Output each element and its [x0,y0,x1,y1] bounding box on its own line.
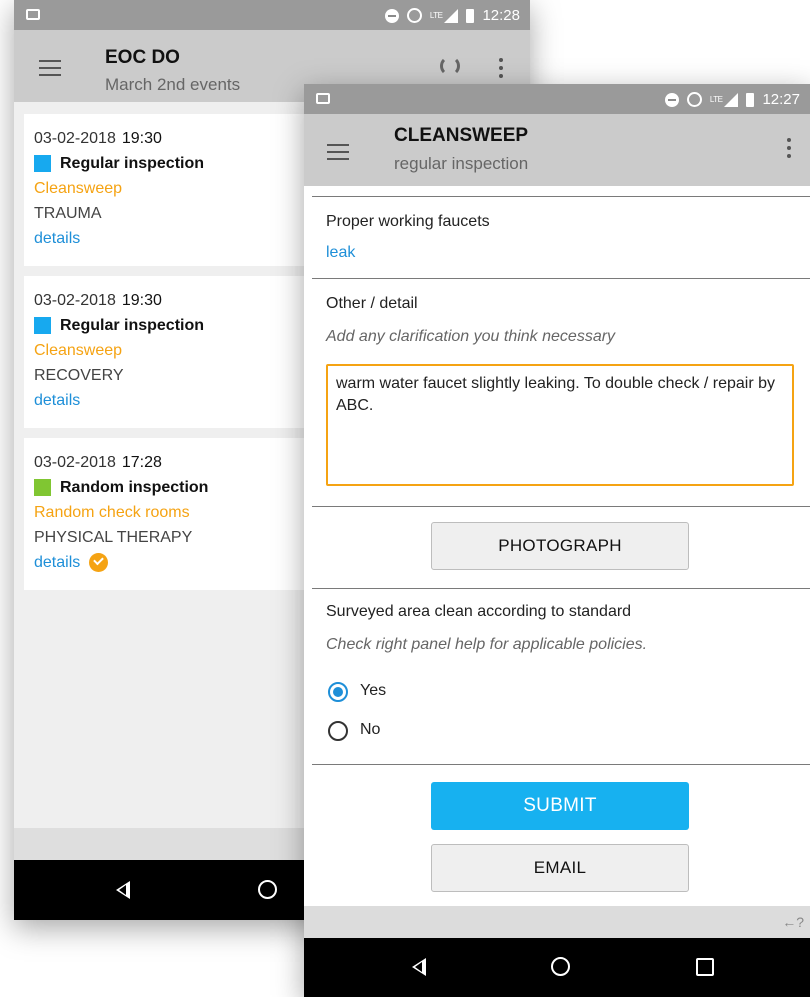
status-time: 12:28 [482,7,520,24]
overflow-menu-icon[interactable] [498,58,504,78]
radio-no[interactable] [328,721,348,741]
event-date: 03-02-2018 [34,130,116,147]
page-subtitle: regular inspection [394,154,529,173]
menu-icon[interactable] [39,60,61,76]
footer-bar: ←? [304,906,810,938]
menu-icon[interactable] [327,144,349,160]
divider [312,764,810,765]
event-time: 19:30 [121,292,162,309]
other-detail-textarea[interactable]: warm water faucet slightly leaking. To d… [326,364,794,486]
event-type-color-icon [34,479,51,496]
email-button[interactable]: EMAIL [431,844,689,892]
page-subtitle: March 2nd events [105,75,241,94]
status-bar: LTE 12:28 [14,0,530,30]
home-nav-icon[interactable] [258,880,277,899]
divider [312,506,810,507]
sync-icon[interactable] [440,56,460,76]
faucets-value-link[interactable]: leak [326,244,355,262]
event-type: Random inspection [60,479,209,496]
event-type-color-icon [34,155,51,172]
event-type-color-icon [34,317,51,334]
overflow-menu-icon[interactable] [786,138,792,158]
event-details-link[interactable]: details [34,388,80,413]
other-detail-hint: Add any clarification you think necessar… [326,328,616,345]
status-bar: LTE 12:27 [304,84,810,114]
front-phone-screen: LTE 12:27 CLEANSWEEP regular inspection … [304,84,810,997]
status-time: 12:27 [762,91,800,108]
alarm-icon [686,92,702,107]
event-type: Regular inspection [60,317,205,334]
radio-yes[interactable] [328,682,348,702]
divider [312,588,810,589]
battery-icon [746,92,755,107]
event-time: 19:30 [121,130,162,147]
divider [312,196,810,197]
submit-button[interactable]: SUBMIT [431,782,689,830]
navigation-bar [304,938,810,997]
signal-icon [444,8,459,23]
do-not-disturb-icon [384,8,399,23]
do-not-disturb-icon [664,92,679,107]
event-date: 03-02-2018 [34,454,116,471]
recent-apps-nav-icon[interactable] [696,958,714,976]
back-nav-icon[interactable] [412,958,426,976]
completed-check-icon [89,553,109,572]
event-type: Regular inspection [60,155,205,172]
event-details-link[interactable]: details [34,226,80,251]
radio-no-label[interactable]: No [360,721,380,739]
faucets-label: Proper working faucets [326,213,490,230]
divider [312,278,810,279]
page-title: CLEANSWEEP [394,125,529,146]
app-bar: CLEANSWEEP regular inspection [304,114,810,186]
page-title: EOC DO [105,47,180,68]
lte-icon: LTE [429,11,443,20]
event-time: 17:28 [121,454,162,471]
back-nav-icon[interactable] [116,881,130,899]
signal-icon [724,92,739,107]
event-details-link[interactable]: details [34,550,80,575]
help-panel-icon[interactable]: ←? [782,914,804,930]
home-nav-icon[interactable] [551,957,570,976]
radio-yes-label[interactable]: Yes [360,682,386,700]
surveyed-area-hint: Check right panel help for applicable po… [326,636,648,653]
image-notification-icon [26,9,40,20]
image-notification-icon [316,93,330,104]
surveyed-area-label: Surveyed area clean according to standar… [326,603,632,620]
lte-icon: LTE [709,95,723,104]
battery-icon [466,8,475,23]
event-date: 03-02-2018 [34,292,116,309]
alarm-icon [406,8,422,23]
photograph-button[interactable]: PHOTOGRAPH [431,522,689,570]
other-detail-label: Other / detail [326,295,418,312]
